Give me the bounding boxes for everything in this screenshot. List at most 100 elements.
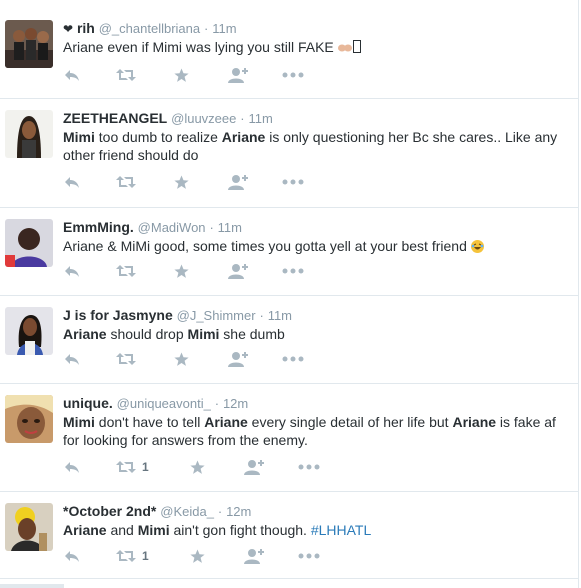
favorite-button[interactable]	[190, 459, 205, 475]
favorite-button[interactable]	[174, 174, 189, 190]
tweet[interactable]: *October 2nd* @Keida_ · 12m Ariane and M…	[0, 492, 578, 579]
handle[interactable]: @luuvzeee	[171, 111, 236, 126]
retweet-icon	[116, 176, 136, 188]
add-user-icon	[228, 68, 248, 83]
more-button[interactable]	[298, 459, 320, 475]
add-user-icon	[244, 460, 264, 475]
retweet-button[interactable]	[116, 351, 136, 367]
display-name[interactable]: EmmMing.	[63, 219, 134, 235]
mention-keyword: Ariane	[221, 129, 266, 145]
reply-button[interactable]	[64, 351, 80, 367]
add-user-icon	[228, 175, 248, 190]
avatar[interactable]	[5, 219, 53, 267]
tweet-header: ZEETHEANGEL @luuvzeee · 11m	[63, 110, 273, 127]
display-name[interactable]: rih	[77, 20, 95, 36]
timestamp[interactable]: 12m	[223, 396, 248, 411]
separator: ·	[214, 396, 220, 411]
star-icon	[190, 460, 205, 474]
display-name[interactable]: *October 2nd*	[63, 503, 156, 519]
favorite-button[interactable]	[174, 263, 189, 279]
star-icon	[174, 68, 189, 82]
tweet[interactable]: unique. @uniqueavonti_ · 12m Mimi don't …	[0, 384, 578, 492]
avatar[interactable]	[5, 307, 53, 355]
add-user-icon	[244, 549, 264, 564]
handle[interactable]: @J_Shimmer	[177, 308, 256, 323]
more-button[interactable]	[282, 351, 304, 367]
reply-button[interactable]	[64, 548, 80, 564]
retweet-button[interactable]: 1	[116, 548, 149, 564]
avatar[interactable]	[5, 503, 53, 551]
follow-button[interactable]	[244, 459, 264, 475]
retweet-button[interactable]	[116, 174, 136, 190]
tweet-text: Ariane even if Mimi was lying you still …	[63, 38, 568, 56]
handle[interactable]: @MadiWon	[138, 220, 206, 235]
display-name[interactable]: ZEETHEANGEL	[63, 110, 167, 126]
timestamp[interactable]: 11m	[249, 111, 273, 126]
tweet-text: Mimi don't have to tell Ariane every sin…	[63, 413, 568, 449]
retweet-button[interactable]	[116, 67, 136, 83]
more-button[interactable]	[298, 548, 320, 564]
hashtag-link[interactable]: #LHHATL	[311, 522, 371, 538]
reply-button[interactable]	[64, 67, 80, 83]
favorite-button[interactable]	[190, 548, 205, 564]
avatar[interactable]	[5, 110, 53, 158]
reply-button[interactable]	[64, 174, 80, 190]
retweet-count: 1	[142, 549, 149, 563]
retweet-button[interactable]: 1	[116, 459, 149, 475]
more-icon	[282, 356, 304, 362]
tweet-text-segment: she dumb	[219, 326, 285, 342]
reply-icon	[65, 177, 79, 188]
timestamp[interactable]: 11m	[218, 220, 242, 235]
tweet-text: Ariane should drop Mimi she dumb	[63, 325, 568, 343]
tweet-header: J is for Jasmyne @J_Shimmer · 11m	[63, 307, 292, 324]
avatar[interactable]	[5, 395, 53, 443]
timestamp[interactable]: 11m	[212, 21, 236, 36]
tweet-text-segment: don't have to tell	[94, 414, 205, 430]
mention-keyword: Mimi	[187, 326, 220, 342]
reply-icon	[65, 70, 79, 81]
reply-button[interactable]	[64, 263, 80, 279]
mention-keyword: Ariane	[204, 414, 248, 430]
tweet[interactable]: J is for Jasmyne @J_Shimmer · 11m Ariane…	[0, 296, 578, 384]
favorite-button[interactable]	[174, 67, 189, 83]
follow-button[interactable]	[228, 351, 248, 367]
follow-button[interactable]	[228, 174, 248, 190]
more-button[interactable]	[282, 174, 304, 190]
timestamp[interactable]: 12m	[226, 504, 251, 519]
retweet-button[interactable]	[116, 263, 136, 279]
more-icon	[298, 553, 320, 559]
more-icon	[282, 72, 304, 78]
tweet-header: unique. @uniqueavonti_ · 12m	[63, 395, 248, 412]
handle[interactable]: @uniqueavonti_	[117, 396, 211, 411]
heart-symbol: ❤	[63, 22, 74, 36]
avatar[interactable]	[5, 20, 53, 68]
tweet-text-segment: Ariane & MiMi good, some times you gotta…	[63, 238, 471, 254]
reply-icon	[65, 266, 79, 277]
more-icon	[282, 179, 304, 185]
favorite-button[interactable]	[174, 351, 189, 367]
tweet[interactable]: EmmMing. @MadiWon · 11m Ariane & MiMi go…	[0, 208, 578, 296]
star-icon	[174, 352, 189, 366]
follow-button[interactable]	[228, 263, 248, 279]
tweet-text-segment: should drop	[106, 326, 188, 342]
tweet-header: EmmMing. @MadiWon · 11m	[63, 219, 242, 236]
missing-glyph-icon	[352, 40, 361, 53]
follow-button[interactable]	[244, 548, 264, 564]
mention-keyword: Ariane	[63, 326, 107, 342]
tweet[interactable]: ZEETHEANGEL @luuvzeee · 11m Mimi too dum…	[0, 99, 578, 208]
handle[interactable]: @Keida_	[160, 504, 214, 519]
tweet[interactable]: ❤ rih @_chantellbriana · 11m Ariane even…	[0, 0, 578, 99]
display-name[interactable]: unique.	[63, 395, 113, 411]
laughing-emoji-icon	[470, 240, 484, 253]
reply-button[interactable]	[64, 459, 80, 475]
timestamp[interactable]: 11m	[268, 308, 292, 323]
mention-keyword: Mimi	[63, 414, 95, 430]
more-button[interactable]	[282, 263, 304, 279]
follow-button[interactable]	[228, 67, 248, 83]
handle[interactable]: @_chantellbriana	[99, 21, 200, 36]
add-user-icon	[228, 264, 248, 279]
reply-icon	[65, 354, 79, 365]
scroll-indicator	[0, 584, 64, 588]
display-name[interactable]: J is for Jasmyne	[63, 307, 173, 323]
more-button[interactable]	[282, 67, 304, 83]
